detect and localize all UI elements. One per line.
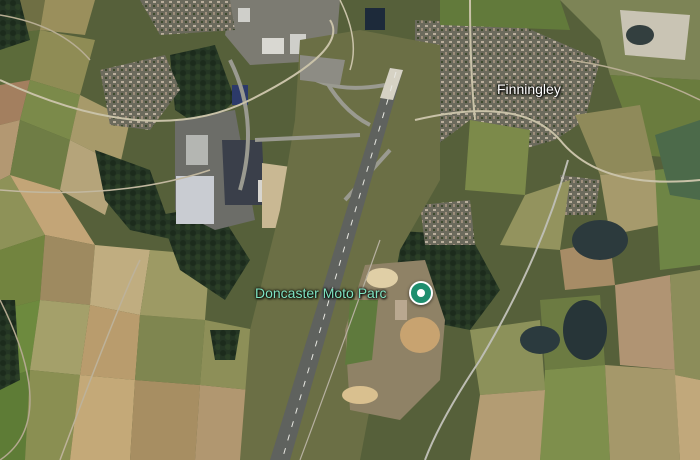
satellite-map[interactable]: Finningley Doncaster Moto Parc: [0, 0, 700, 460]
map-pin-icon[interactable]: [409, 281, 433, 305]
town-label-finningley[interactable]: Finningley: [497, 81, 561, 97]
poi-label-doncaster-moto-parc[interactable]: Doncaster Moto Parc: [255, 285, 387, 301]
pin-dot: [417, 289, 425, 297]
satellite-imagery: [0, 0, 700, 460]
